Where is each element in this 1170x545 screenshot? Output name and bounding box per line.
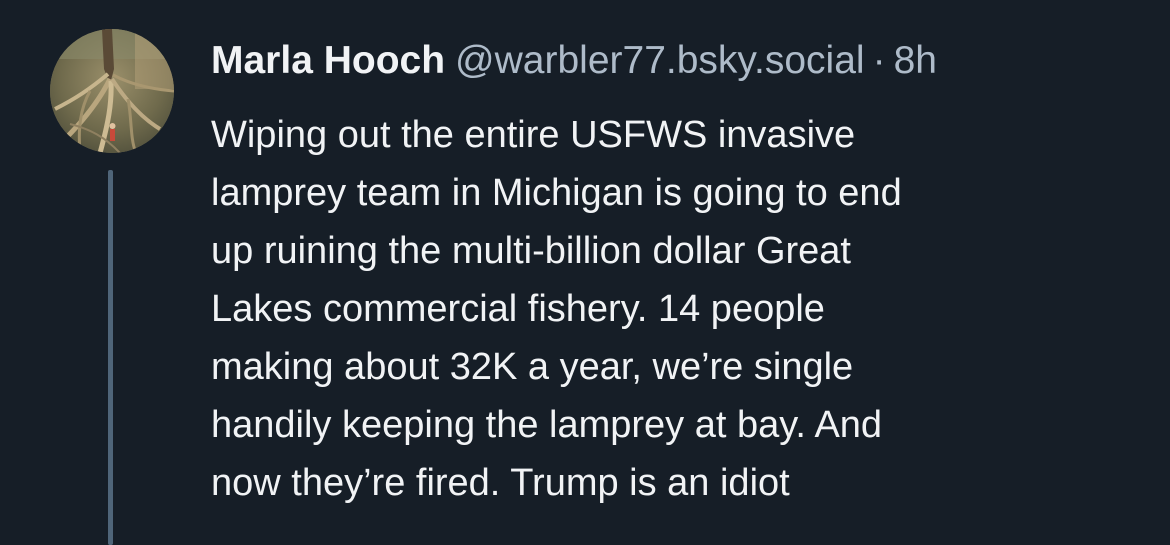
- author-avatar[interactable]: [50, 29, 174, 153]
- post-text: Wiping out the entire USFWS invasive lam…: [211, 106, 1131, 512]
- post-text-line: making about 32K a year, we’re single: [211, 346, 854, 388]
- post-text-line: now they’re fired. Trump is an idiot: [211, 462, 790, 504]
- author-name[interactable]: Marla Hooch: [211, 39, 445, 82]
- separator-dot: ·: [872, 39, 886, 82]
- post-item[interactable]: Marla Hooch @warbler77.bsky.social · 8h Wip…: [0, 0, 1170, 545]
- post-text-line: lamprey team in Michigan is going to end: [211, 172, 902, 214]
- post-text-line: up ruining the multi-billion dollar Grea…: [211, 230, 851, 272]
- tree-roots-photo-avatar: [50, 29, 174, 153]
- post-text-line: Lakes commercial fishery. 14 people: [211, 288, 825, 330]
- post-text-line: Wiping out the entire USFWS invasive: [211, 114, 856, 156]
- post-header: Marla Hooch @warbler77.bsky.social · 8h: [211, 36, 937, 86]
- post-timestamp[interactable]: 8h: [894, 39, 937, 82]
- author-handle[interactable]: @warbler77.bsky.social: [455, 39, 865, 82]
- thread-line: [108, 170, 113, 545]
- post-text-line: handily keeping the lamprey at bay. And: [211, 404, 883, 446]
